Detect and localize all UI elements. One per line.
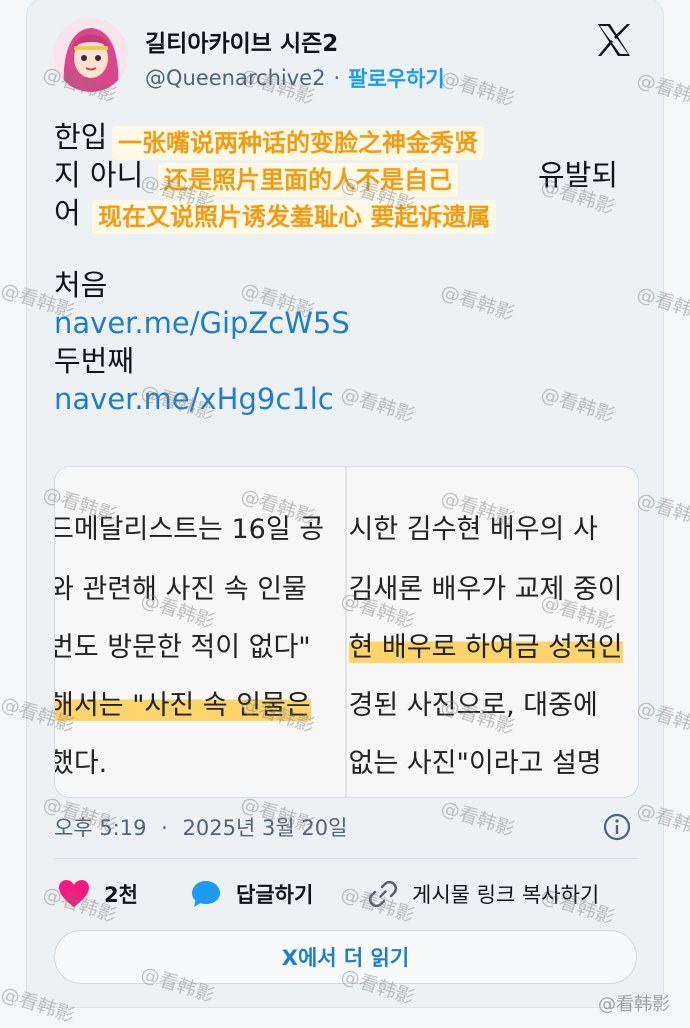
reply-bubble-icon — [192, 881, 220, 907]
copy-link-button[interactable]: 게시물 링크 복사하기 — [368, 874, 599, 914]
tweet-link-1[interactable]: naver.me/GipZcW5S — [54, 304, 644, 342]
media-attachment[interactable]: 드메달리스트는 16일 공 와 관련해 사진 속 인물 번도 방문한 적이 없다… — [54, 466, 639, 798]
tweet-line-second: 두번째 — [54, 344, 135, 378]
article-line: 와 관련해 사진 속 인물 — [55, 574, 307, 605]
article-line: 없는 사진"이라고 설명 — [348, 748, 602, 779]
tweet-link-2[interactable]: naver.me/xHg9c1lc — [54, 380, 644, 418]
article-line: 김새론 배우가 교제 중이 — [348, 574, 623, 605]
like-button[interactable]: 2천 — [58, 874, 138, 914]
divider — [54, 858, 637, 859]
article-line: 했다. — [55, 748, 108, 779]
copy-link-label: 게시물 링크 복사하기 — [412, 883, 600, 907]
heart-icon — [59, 880, 89, 907]
article-line-highlighted: 현 배우로 하여금 성적인 — [348, 632, 623, 663]
tweet-timestamp[interactable]: 오후 5:19 · 2025년 3월 20일 — [54, 812, 347, 842]
timestamp-separator: · — [161, 816, 168, 840]
media-image-right[interactable]: 시한 김수현 배우의 사 김새론 배우가 교제 중이 현 배우로 하여금 성적인… — [346, 467, 638, 797]
author-handle-row: @Queenarchive2 · 팔로우하기 — [145, 63, 445, 93]
like-count: 2천 — [104, 883, 138, 907]
overlay-caption-1: 一张嘴说两种话的变脸之神金秀贤 — [112, 126, 484, 160]
media-image-left[interactable]: 드메달리스트는 16일 공 와 관련해 사진 속 인물 번도 방문한 적이 없다… — [55, 467, 347, 797]
article-line: 시한 김수현 배우의 사 — [348, 514, 598, 545]
tweet-actions: 2천 답글하기 게시물 링크 복사하기 — [54, 874, 637, 914]
overlay-caption-3: 现在又说照片诱发羞耻心 要起诉遗属 — [92, 200, 497, 234]
author-display-name[interactable]: 길티아카이브 시즌2 — [145, 24, 338, 58]
overlay-caption-2: 还是照片里面的人不是自己 — [158, 163, 458, 197]
article-line-highlighted: 해서는 "사진 속 인물은 — [55, 683, 311, 722]
link-icon — [368, 880, 398, 908]
handle-separator: · — [333, 66, 341, 90]
avatar-illustration — [54, 18, 128, 92]
author-avatar[interactable] — [54, 18, 128, 92]
article-line: 번도 방문한 적이 없다" — [55, 632, 311, 663]
read-more-on-x-button[interactable]: X에서 더 읽기 — [54, 930, 637, 984]
info-icon[interactable] — [602, 812, 632, 842]
author-handle[interactable]: @Queenarchive2 — [145, 66, 325, 90]
article-line: 드메달리스트는 16일 공 — [55, 514, 325, 545]
x-logo-icon[interactable] — [594, 20, 634, 60]
reply-label: 답글하기 — [236, 883, 314, 907]
article-line: 경된 사진으로, 대중에 — [348, 690, 598, 721]
tweet-date: 2025년 3월 20일 — [182, 816, 348, 840]
corner-watermark: @看韩影 — [598, 994, 670, 1015]
tweet-line-first: 처음 — [54, 268, 108, 302]
follow-button[interactable]: 팔로우하기 — [348, 63, 445, 93]
tweet-time: 오후 5:19 — [54, 816, 147, 840]
tweet-line-2-tail: 유발되 — [538, 158, 619, 192]
reply-button[interactable]: 답글하기 — [190, 874, 313, 914]
